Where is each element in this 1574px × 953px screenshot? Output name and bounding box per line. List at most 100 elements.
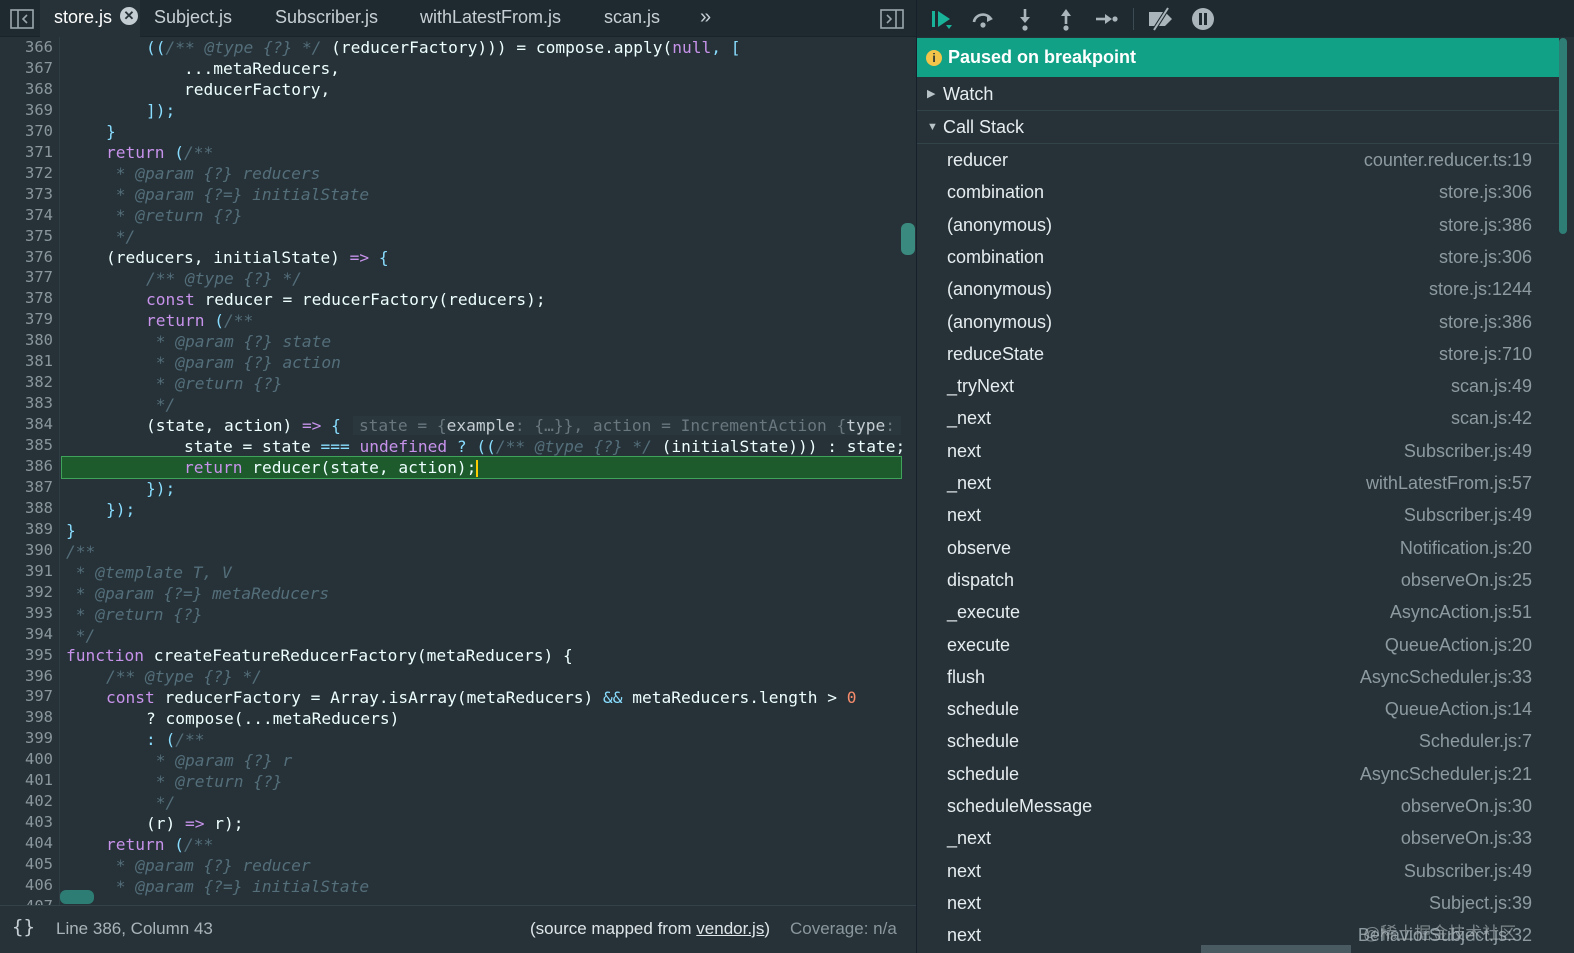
line-number[interactable]: 400 bbox=[0, 749, 53, 770]
line-number[interactable]: 402 bbox=[0, 791, 53, 812]
line-number[interactable]: 394 bbox=[0, 624, 53, 645]
tab-withlatestfrom-js[interactable]: withLatestFrom.js bbox=[420, 0, 561, 37]
line-number[interactable]: 399 bbox=[0, 728, 53, 749]
line-number[interactable]: 385 bbox=[0, 435, 53, 456]
call-stack-frame[interactable]: execute QueueAction.js:20 bbox=[917, 629, 1559, 661]
line-number[interactable]: 366 bbox=[0, 37, 53, 58]
toggle-debugger-icon[interactable] bbox=[880, 9, 904, 29]
call-stack-frame[interactable]: next Subscriber.js:49 bbox=[917, 435, 1559, 467]
deactivate-breakpoints-icon[interactable] bbox=[1146, 6, 1176, 32]
line-number[interactable]: 375 bbox=[0, 226, 53, 247]
frame-function-name: schedule bbox=[947, 764, 1020, 784]
line-number[interactable]: 396 bbox=[0, 666, 53, 687]
line-number[interactable]: 371 bbox=[0, 142, 53, 163]
call-stack-frame[interactable]: _tryNext scan.js:49 bbox=[917, 370, 1559, 402]
close-tab-icon[interactable]: ✕ bbox=[120, 7, 138, 25]
line-number[interactable]: 378 bbox=[0, 288, 53, 309]
line-number[interactable]: 370 bbox=[0, 121, 53, 142]
line-number[interactable]: 374 bbox=[0, 205, 53, 226]
line-number[interactable]: 387 bbox=[0, 477, 53, 498]
line-number[interactable]: 404 bbox=[0, 833, 53, 854]
line-number[interactable]: 398 bbox=[0, 707, 53, 728]
call-stack-frame[interactable]: schedule QueueAction.js:14 bbox=[917, 693, 1559, 725]
callstack-section-header[interactable]: ▼ Call Stack bbox=[917, 111, 1559, 144]
call-stack-frame[interactable]: next Subscriber.js:49 bbox=[917, 499, 1559, 531]
line-number[interactable]: 380 bbox=[0, 330, 53, 351]
call-stack-frame[interactable]: reduceState store.js:710 bbox=[917, 338, 1559, 370]
debugger-horizontal-scrollbar[interactable] bbox=[1201, 945, 1351, 953]
line-number[interactable]: 373 bbox=[0, 184, 53, 205]
current-execution-line[interactable]: return reducer(state, action); bbox=[61, 456, 902, 479]
line-number[interactable]: 401 bbox=[0, 770, 53, 791]
line-number[interactable]: 388 bbox=[0, 498, 53, 519]
line-number[interactable]: 377 bbox=[0, 267, 53, 288]
call-stack-frame[interactable]: combination store.js:306 bbox=[917, 176, 1559, 208]
line-number[interactable]: 368 bbox=[0, 79, 53, 100]
line-number[interactable]: 369 bbox=[0, 100, 53, 121]
editor-horizontal-scrollbar[interactable] bbox=[60, 890, 94, 904]
line-number[interactable]: 384 bbox=[0, 414, 53, 435]
call-stack-frame[interactable]: schedule AsyncScheduler.js:21 bbox=[917, 758, 1559, 790]
line-number[interactable]: 383 bbox=[0, 393, 53, 414]
pause-on-exceptions-icon[interactable] bbox=[1190, 6, 1216, 32]
call-stack-frame[interactable]: _next scan.js:42 bbox=[917, 402, 1559, 434]
line-number[interactable]: 406 bbox=[0, 875, 53, 896]
line-number[interactable]: 381 bbox=[0, 351, 53, 372]
line-number[interactable]: 395 bbox=[0, 645, 53, 666]
more-tabs-icon[interactable]: » bbox=[700, 6, 711, 29]
resume-icon[interactable] bbox=[929, 6, 955, 32]
step-into-icon[interactable] bbox=[1012, 6, 1038, 32]
code-line-390: /** bbox=[66, 542, 96, 561]
line-number[interactable]: 367 bbox=[0, 58, 53, 79]
line-number[interactable]: 382 bbox=[0, 372, 53, 393]
line-number[interactable]: 392 bbox=[0, 582, 53, 603]
step-out-icon[interactable] bbox=[1053, 6, 1079, 32]
call-stack-frame[interactable]: flush AsyncScheduler.js:33 bbox=[917, 661, 1559, 693]
tab-store-js[interactable]: store.js ✕ bbox=[40, 0, 140, 37]
line-number[interactable]: 407 bbox=[0, 896, 53, 905]
line-number[interactable]: 372 bbox=[0, 163, 53, 184]
line-number[interactable]: 405 bbox=[0, 854, 53, 875]
frame-location: observeOn.js:33 bbox=[1400, 828, 1532, 848]
debugger-vertical-scrollbar[interactable] bbox=[1559, 38, 1567, 234]
source-map-link[interactable]: vendor.js bbox=[696, 919, 764, 938]
line-number[interactable]: 393 bbox=[0, 603, 53, 624]
call-stack-frame[interactable]: dispatch observeOn.js:25 bbox=[917, 564, 1559, 596]
line-number[interactable]: 389 bbox=[0, 519, 53, 540]
watch-section-header[interactable]: ▶ Watch bbox=[917, 78, 1559, 111]
editor-vertical-scrollbar[interactable] bbox=[901, 223, 915, 255]
call-stack-frame[interactable]: (anonymous) store.js:386 bbox=[917, 209, 1559, 241]
call-stack-frame[interactable]: next Subscriber.js:49 bbox=[917, 855, 1559, 887]
call-stack-frame[interactable]: combination store.js:306 bbox=[917, 241, 1559, 273]
call-stack-frame[interactable]: scheduleMessage observeOn.js:30 bbox=[917, 790, 1559, 822]
call-stack-frame[interactable]: _next observeOn.js:33 bbox=[917, 822, 1559, 854]
tab-subject-js[interactable]: Subject.js bbox=[154, 0, 232, 37]
line-number[interactable]: 390 bbox=[0, 540, 53, 561]
line-number[interactable]: 403 bbox=[0, 812, 53, 833]
call-stack-frame[interactable]: reducer counter.reducer.ts:19 bbox=[917, 144, 1559, 176]
step-over-icon[interactable] bbox=[970, 6, 996, 32]
tab-scan-js[interactable]: scan.js bbox=[604, 0, 660, 37]
step-icon[interactable] bbox=[1093, 6, 1119, 32]
tab-subscriber-js[interactable]: Subscriber.js bbox=[275, 0, 378, 37]
call-stack-frame[interactable]: schedule Scheduler.js:7 bbox=[917, 725, 1559, 757]
line-number[interactable]: 386 bbox=[0, 456, 53, 477]
code-token: state = state bbox=[184, 437, 321, 456]
code-editor[interactable]: 366 367 368 369 370 371 372 373 374 375 376 377 378 3… bbox=[0, 37, 916, 905]
call-stack-frame[interactable]: _execute AsyncAction.js:51 bbox=[917, 596, 1559, 628]
line-number[interactable]: 376 bbox=[0, 247, 53, 268]
call-stack-frame[interactable]: (anonymous) store.js:386 bbox=[917, 306, 1559, 338]
line-number-gutter[interactable]: 366 367 368 369 370 371 372 373 374 375 376 377 378 3… bbox=[0, 37, 60, 905]
call-stack-frame[interactable]: _next withLatestFrom.js:57 bbox=[917, 467, 1559, 499]
code-keyword: return bbox=[184, 458, 243, 477]
line-number[interactable]: 379 bbox=[0, 309, 53, 330]
call-stack-frame[interactable]: (anonymous) store.js:1244 bbox=[917, 273, 1559, 305]
line-number[interactable]: 397 bbox=[0, 686, 53, 707]
call-stack-frame[interactable]: next Subject.js:39 bbox=[917, 887, 1559, 919]
frame-location: store.js:306 bbox=[1438, 182, 1532, 202]
toggle-navigator-icon[interactable] bbox=[10, 9, 34, 29]
pretty-print-icon[interactable]: {} bbox=[12, 916, 35, 938]
code-line-366: ((/** @type {?} */ (reducerFactory))) = … bbox=[146, 37, 741, 58]
call-stack-frame[interactable]: observe Notification.js:20 bbox=[917, 532, 1559, 564]
line-number[interactable]: 391 bbox=[0, 561, 53, 582]
